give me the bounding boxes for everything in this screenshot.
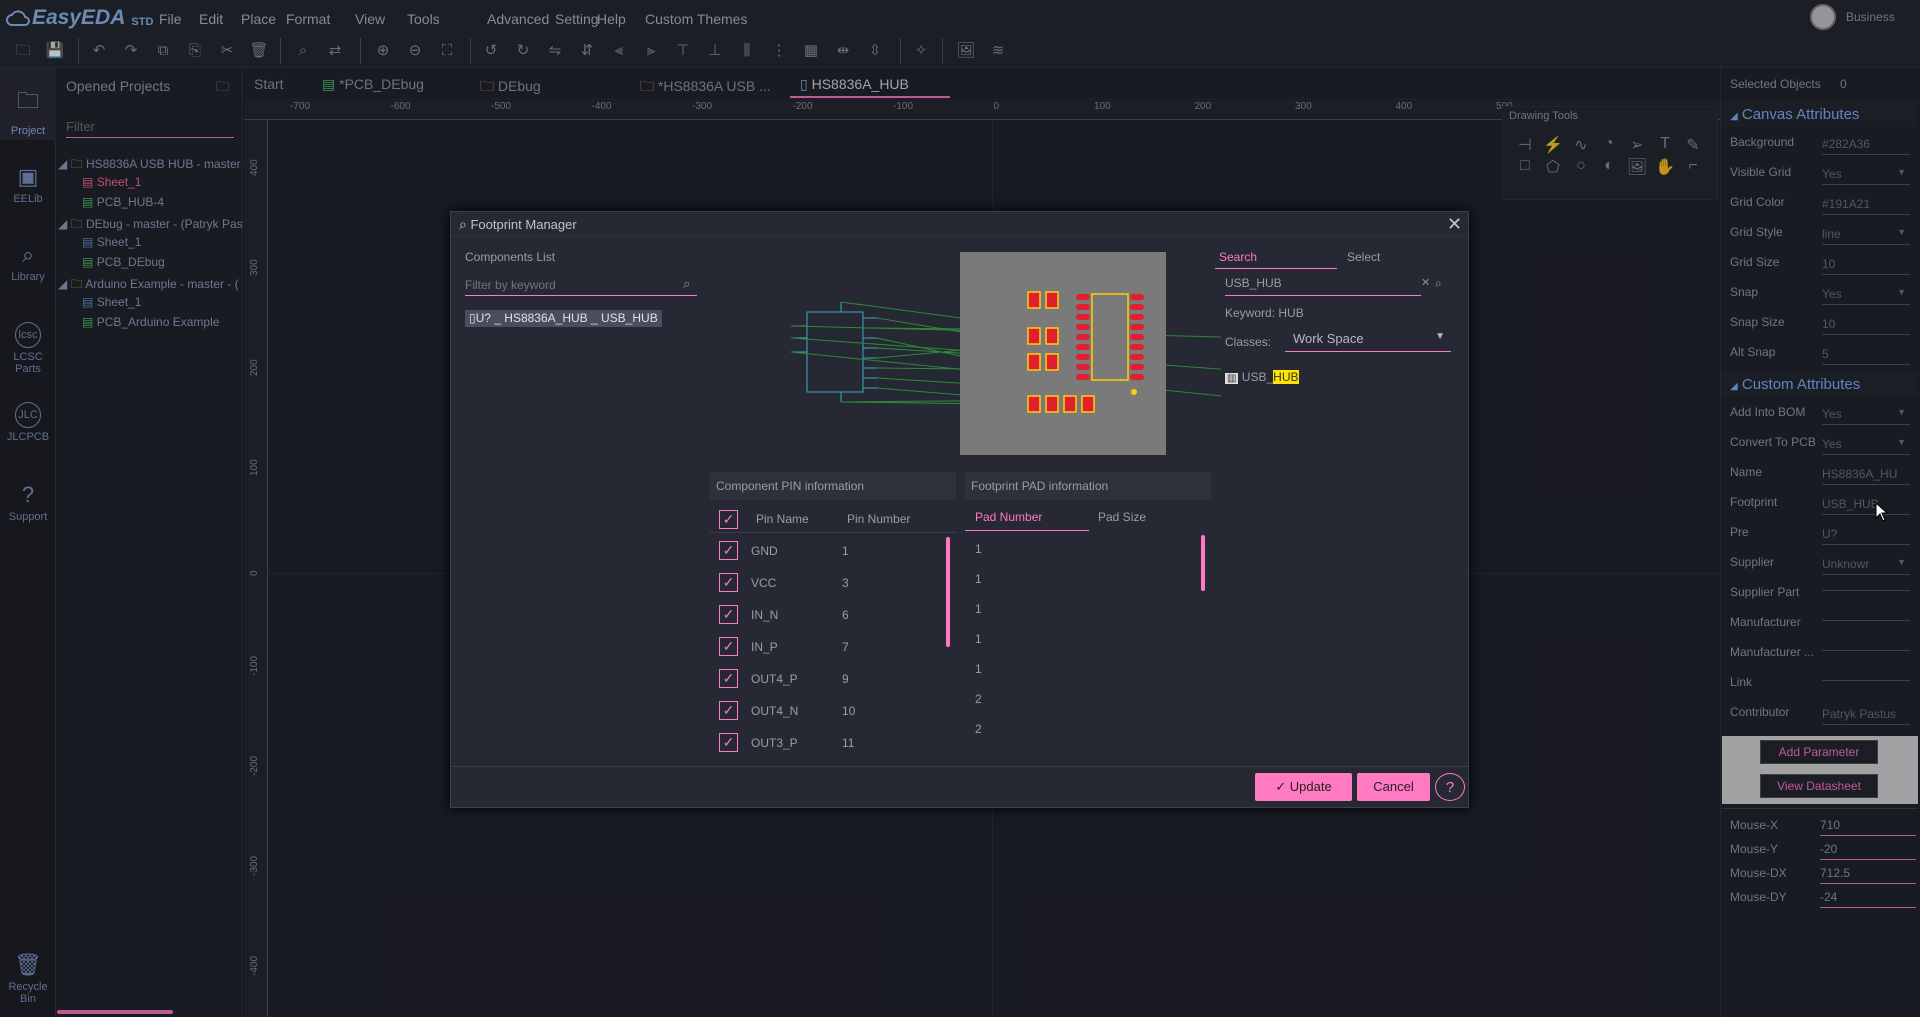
pin-checkbox[interactable]: ✓ [719, 733, 738, 752]
pin-checkbox[interactable]: ✓ [719, 541, 738, 560]
clear-icon[interactable]: ✕ [1421, 276, 1430, 289]
pad-info-header: Footprint PAD information [965, 472, 1211, 500]
pad-row[interactable]: 1 [975, 662, 982, 676]
button-label: Update [1289, 779, 1332, 794]
result-highlight: HUB [1273, 370, 1299, 384]
keyword-label: Keyword: HUB [1225, 306, 1304, 320]
pad-list[interactable]: 1 1 1 1 1 2 2 [965, 536, 1211, 762]
pin-row[interactable]: ✓ OUT4_P 9 [710, 664, 956, 696]
divider [451, 766, 1468, 767]
search-tab-underline [1215, 268, 1337, 269]
mouse-cursor-icon [1875, 502, 1889, 522]
pin-row[interactable]: ✓ GND 1 [710, 536, 956, 568]
pin-row[interactable]: ✓ OUT3_P 11 [710, 728, 956, 760]
tab-search[interactable]: Search [1219, 250, 1257, 264]
chevron-down-icon: ▼ [1435, 331, 1445, 342]
pad-row[interactable]: 2 [975, 692, 982, 706]
dialog-title-bar: ⌕ Footprint Manager [451, 212, 1468, 236]
footprint-search-input[interactable]: USB_HUB [1225, 276, 1421, 296]
check-icon: ✓ [719, 510, 738, 529]
component-filter-input[interactable] [465, 274, 697, 296]
pin-name: IN_N [751, 608, 779, 622]
pin-number: 10 [842, 704, 856, 718]
pin-checkbox[interactable]: ✓ [719, 637, 738, 656]
footprint-preview [960, 252, 1166, 455]
pin-name: IN_P [751, 640, 778, 654]
pin-name: OUT3_P [751, 736, 798, 750]
pad-row[interactable]: 1 [975, 542, 982, 556]
pin-number: 9 [842, 672, 849, 686]
check-icon: ✓ [1275, 779, 1287, 794]
pad-tab-underline [965, 530, 1089, 531]
tab-select[interactable]: Select [1347, 250, 1380, 264]
pin-name: GND [751, 544, 778, 558]
component-name: U? _ HS8836A_HUB _ USB_HUB [475, 311, 658, 325]
pad-number-column[interactable]: Pad Number [975, 510, 1042, 524]
result-prefix: USB_ [1241, 370, 1274, 384]
component-item[interactable]: ▯U? _ HS8836A_HUB _ USB_HUB [465, 310, 662, 327]
chip-icon: ▯ [469, 311, 476, 325]
classes-select[interactable]: Work Space ▼ [1285, 328, 1451, 352]
pin-list-scrollbar[interactable] [946, 537, 950, 647]
footprint-result-item[interactable]: ▥ USB_HUB [1225, 370, 1299, 384]
pin-number: 6 [842, 608, 849, 622]
pad-list-scrollbar[interactable] [1201, 535, 1205, 591]
classes-label: Classes: [1225, 335, 1272, 349]
pin-row[interactable]: ✓ VCC 3 [710, 568, 956, 600]
components-list-label: Components List [465, 250, 556, 264]
update-button[interactable]: ✓ Update [1255, 773, 1352, 801]
pad-row[interactable]: 1 [975, 602, 982, 616]
pin-name: VCC [751, 576, 777, 590]
pin-row[interactable]: ✓ OUT4_N 10 [710, 696, 956, 728]
pad-row[interactable]: 1 [975, 632, 982, 646]
close-icon[interactable]: ✕ [1447, 214, 1462, 235]
pin-row[interactable]: ✓ IN_N 6 [710, 600, 956, 632]
pin-checkbox[interactable]: ✓ [719, 669, 738, 688]
pad-row[interactable]: 1 [975, 572, 982, 586]
pin-list[interactable]: ✓ GND 1 ✓ VCC 3 ✓ IN_N 6 ✓ IN_P 7 ✓ OUT4_P 9 ✓ OUT4_N 10 ✓… [710, 536, 956, 762]
pin-number-column: Pin Number [847, 512, 911, 526]
footprint-drawing [1027, 291, 1144, 413]
classes-value: Work Space [1293, 331, 1364, 346]
search-icon: ⌕ [459, 216, 467, 232]
pin-number: 7 [842, 640, 849, 654]
pin-name: OUT4_P [751, 672, 798, 686]
divider [710, 532, 956, 533]
pin-number: 1 [842, 544, 849, 558]
pad-size-column[interactable]: Pad Size [1098, 510, 1146, 524]
pin-checkbox[interactable]: ✓ [719, 573, 738, 592]
pin-checkbox[interactable]: ✓ [719, 701, 738, 720]
pin-number: 11 [842, 736, 855, 750]
pin-checkbox[interactable]: ✓ [719, 605, 738, 624]
cancel-button[interactable]: Cancel [1357, 773, 1430, 801]
pin-number: 3 [842, 576, 849, 590]
search-value: USB_HUB [1225, 276, 1282, 290]
pin-row[interactable]: ✓ IN_P 7 [710, 632, 956, 664]
help-icon[interactable]: ? [1435, 773, 1465, 801]
footprint-manager-dialog: ⌕ Footprint Manager ✕ Components List ⌕ … [450, 211, 1469, 808]
footprint-icon: ▥ [1225, 373, 1239, 384]
dialog-title: Footprint Manager [470, 217, 577, 232]
pin-name: OUT4_N [751, 704, 799, 718]
search-icon[interactable]: ⌕ [1435, 276, 1442, 291]
pin-name-column: Pin Name [756, 512, 809, 526]
pad-row[interactable]: 2 [975, 722, 982, 736]
select-all-pins-checkbox[interactable]: ✓ [719, 510, 738, 529]
search-icon: ⌕ [683, 276, 691, 291]
pin-info-header: Component PIN information [710, 472, 956, 500]
